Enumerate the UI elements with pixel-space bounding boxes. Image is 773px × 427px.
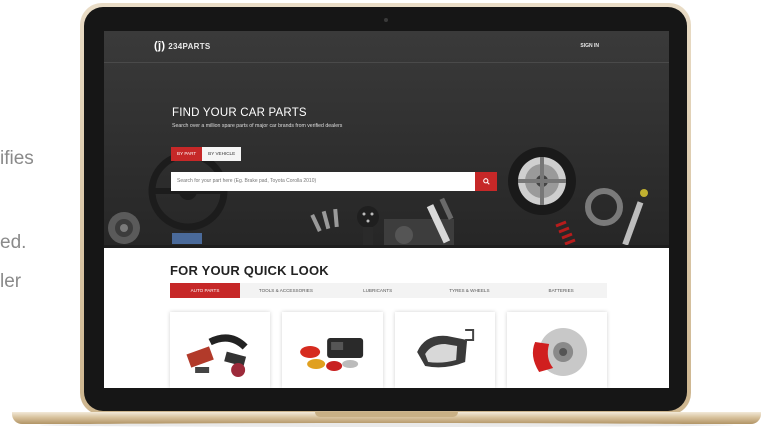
laptop-shadow xyxy=(40,423,733,427)
laptop-screen: (ĵ) 234PARTS SIGN IN FIND YOUR CAR PARTS… xyxy=(104,31,669,388)
gear-knob-icon xyxy=(357,206,379,248)
background-text-line-3: ler xyxy=(0,271,22,292)
turbocharger-icon xyxy=(108,212,140,244)
tab-tools-accessories[interactable]: TOOLS & ACCESSORIES xyxy=(240,283,332,298)
background-text-line-1: ifies xyxy=(0,148,34,169)
car-parts-background-illustration xyxy=(104,147,669,248)
hero-title: FIND YOUR CAR PARTS xyxy=(172,107,307,119)
category-tabs: AUTO PARTS TOOLS & ACCESSORIES LUBRICANT… xyxy=(170,283,607,298)
lights-parts-icon xyxy=(300,338,364,371)
site-logo[interactable]: (ĵ) 234PARTS xyxy=(154,40,211,52)
air-intake-parts-icon xyxy=(186,334,248,377)
product-card-brakes[interactable] xyxy=(506,312,607,388)
part-search-input[interactable] xyxy=(177,178,467,184)
product-card-lights[interactable] xyxy=(282,312,383,388)
search-mode-tabs: BY PART BY VEHICLE xyxy=(171,147,242,161)
tab-tyres-wheels[interactable]: TYRES & WHEELS xyxy=(424,283,516,298)
part-search-box xyxy=(171,172,475,191)
alloy-wheel-icon xyxy=(508,147,576,215)
tab-batteries[interactable]: BATTERIES xyxy=(515,283,607,298)
search-button[interactable] xyxy=(475,172,497,191)
tab-by-part[interactable]: BY PART xyxy=(171,147,203,161)
cabin-filter-icon xyxy=(172,233,202,244)
sign-in-link[interactable]: SIGN IN xyxy=(580,43,599,49)
product-cards xyxy=(170,312,607,388)
coil-spring-icon xyxy=(555,220,576,246)
logo-mark-icon: (ĵ) xyxy=(154,40,166,52)
product-card-body-panels[interactable] xyxy=(394,312,495,388)
webcam xyxy=(384,18,388,22)
product-card-air-intake[interactable] xyxy=(170,312,271,388)
tab-auto-parts[interactable]: AUTO PARTS xyxy=(170,283,240,298)
brake-disc-part-icon xyxy=(585,188,623,226)
background-text-line-2: ed. xyxy=(0,232,27,253)
laptop-base-notch xyxy=(315,412,458,417)
steering-wheel-icon xyxy=(148,151,228,231)
strut-icon xyxy=(622,189,648,246)
logo-text: 234PARTS xyxy=(168,41,211,51)
top-navbar: (ĵ) 234PARTS SIGN IN xyxy=(104,31,669,63)
spark-plugs-icon xyxy=(310,208,339,233)
search-icon xyxy=(482,178,490,185)
tab-by-vehicle[interactable]: BY VEHICLE xyxy=(202,147,242,161)
body-panel-parts-icon xyxy=(416,329,474,368)
hero-section: (ĵ) 234PARTS SIGN IN FIND YOUR CAR PARTS… xyxy=(104,31,669,248)
quick-look-title: FOR YOUR QUICK LOOK xyxy=(170,263,329,278)
brake-disc-icon xyxy=(532,328,587,376)
hero-subtitle: Search over a million spare parts of maj… xyxy=(172,123,343,129)
tab-lubricants[interactable]: LUBRICANTS xyxy=(332,283,424,298)
